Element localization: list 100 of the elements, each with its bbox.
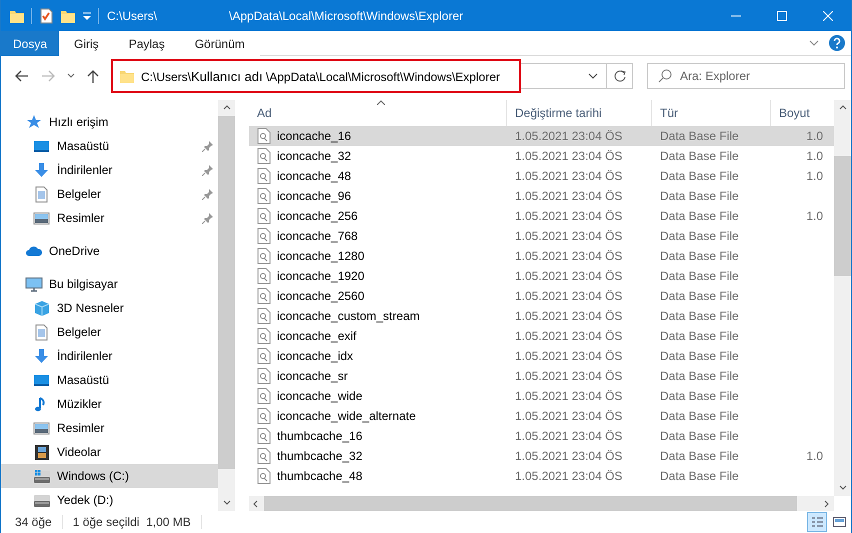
file-row[interactable]: iconcache_1280 1.05.2021 23:04 ÖS Data Base File	[249, 246, 834, 266]
file-name: iconcache_768	[277, 229, 358, 243]
table-cell-text: Data Base File	[659, 268, 740, 285]
sidebar-item[interactable]: Belgeler	[1, 182, 218, 206]
table-cell-text: 1.05.2021 23:04 ÖS	[514, 268, 624, 285]
sidebar-item[interactable]: Windows (C:)	[1, 464, 218, 488]
file-row[interactable]: iconcache_wide 1.05.2021 23:04 ÖS Data Base File	[249, 386, 834, 406]
sidebar-item[interactable]: Masaüstü	[1, 134, 218, 158]
sort-up-icon	[377, 100, 385, 105]
sidebar-item[interactable]: İndirilenler	[1, 158, 218, 182]
table-cell-text: Data Base File	[659, 148, 740, 165]
file-row[interactable]: iconcache_2560 1.05.2021 23:04 ÖS Data Base File	[249, 286, 834, 306]
sidebar-item[interactable]: Hızlı erişim	[1, 110, 218, 134]
address-field[interactable]: C:\Users\Kullanıcı adı \AppData\Local\Microsoft\Windows\Explorer	[111, 59, 521, 93]
up-arrow-icon[interactable]	[87, 69, 99, 83]
scroll-down-icon[interactable]	[222, 499, 230, 507]
table-cell-text: 1.05.2021 23:04 ÖS	[514, 208, 624, 225]
column-header[interactable]: Boyut	[771, 100, 823, 126]
scrollbar[interactable]	[249, 496, 834, 511]
picture-icon	[33, 420, 51, 436]
file-name: thumbcache_16	[277, 429, 362, 443]
scroll-up-icon[interactable]	[838, 104, 846, 112]
sidebar-item[interactable]: Bu bilgisayar	[1, 272, 218, 296]
database-file-icon	[257, 368, 271, 384]
file-name: iconcache_sr	[277, 369, 348, 383]
table-cell-text: Data Base File	[659, 468, 740, 485]
table-cell-text: 1.0	[805, 128, 823, 145]
file-row[interactable]: thumbcache_32 1.05.2021 23:04 ÖS Data Base File 1.0	[249, 446, 834, 466]
file-row[interactable]: iconcache_48 1.05.2021 23:04 ÖS Data Base File 1.0	[249, 166, 834, 186]
file-name: iconcache_2560	[277, 289, 364, 303]
file-name: iconcache_wide_alternate	[277, 409, 416, 423]
scroll-up-icon[interactable]	[222, 104, 230, 112]
sidebar-item[interactable]: Resimler	[1, 416, 218, 440]
file-row[interactable]: iconcache_custom_stream 1.05.2021 23:04 ÖS Data Base File	[249, 306, 834, 326]
back-icon[interactable]	[15, 70, 29, 82]
file-name: iconcache_1280	[277, 249, 364, 263]
scroll-down-icon[interactable]	[838, 484, 846, 492]
table-cell-text: Data Base File	[659, 128, 740, 145]
sidebar-item[interactable]: Belgeler	[1, 320, 218, 344]
scroll-left-icon[interactable]	[252, 500, 260, 508]
file-row[interactable]: thumbcache_16 1.05.2021 23:04 ÖS Data Base File	[249, 426, 834, 446]
database-file-icon	[257, 288, 271, 304]
database-file-icon	[257, 408, 271, 424]
cube-icon	[33, 300, 51, 316]
table-cell-text: 1.05.2021 23:04 ÖS	[514, 468, 624, 485]
database-file-icon	[257, 268, 271, 284]
table-cell-text: 1.05.2021 23:04 ÖS	[514, 388, 624, 405]
sidebar-item[interactable]: Masaüstü	[1, 368, 218, 392]
computer-icon	[25, 276, 43, 292]
sidebar-item[interactable]: 3D Nesneler	[1, 296, 218, 320]
table-cell-text: 1.05.2021 23:04 ÖS	[514, 228, 624, 245]
tiles-view-icon	[832, 516, 846, 528]
file-name: iconcache_48	[277, 169, 352, 183]
file-name: iconcache_256	[277, 209, 358, 223]
sidebar-item[interactable]: Yedek (D:)	[1, 488, 218, 511]
ribbon-tab[interactable]: Dosya	[1, 31, 60, 56]
database-file-icon	[257, 308, 271, 324]
search-field[interactable]: Ara: Explorer	[647, 63, 845, 89]
table-cell-text: Data Base File	[659, 448, 740, 465]
table-cell-text: 1.05.2021 23:04 ÖS	[514, 368, 624, 385]
table-cell-text: 1.05.2021 23:04 ÖS	[514, 448, 624, 465]
sidebar-item[interactable]: İndirilenler	[1, 344, 218, 368]
help-icon[interactable]	[829, 35, 845, 51]
checklist-icon[interactable]	[38, 8, 54, 24]
view-button[interactable]	[807, 512, 827, 532]
table-cell-text: 1.05.2021 23:04 ÖS	[514, 428, 624, 445]
file-name: iconcache_exif	[277, 329, 356, 343]
refresh-icon	[614, 70, 626, 82]
table-cell-text: 1.05.2021 23:04 ÖS	[514, 348, 624, 365]
file-row[interactable]: iconcache_exif 1.05.2021 23:04 ÖS Data Base File	[249, 326, 834, 346]
database-file-icon	[257, 248, 271, 264]
file-row[interactable]: iconcache_256 1.05.2021 23:04 ÖS Data Base File 1.0	[249, 206, 834, 226]
refresh-button[interactable]	[607, 63, 633, 89]
sidebar-item[interactable]: Müzikler	[1, 392, 218, 416]
sidebar-item[interactable]: OneDrive	[1, 239, 218, 263]
file-row[interactable]: iconcache_16 1.05.2021 23:04 ÖS Data Base File 1.0	[249, 126, 834, 146]
table-cell-text: Data Base File	[659, 228, 740, 245]
scrollbar[interactable]	[834, 100, 851, 496]
maximize-icon	[777, 10, 787, 20]
scrollbar[interactable]	[218, 100, 235, 511]
drive-icon	[33, 468, 51, 484]
file-row[interactable]: iconcache_idx 1.05.2021 23:04 ÖS Data Base File	[249, 346, 834, 366]
window-title: \AppData\Local\Microsoft\Windows\Explorer	[229, 8, 464, 22]
file-name: thumbcache_32	[277, 449, 362, 463]
database-file-icon	[257, 348, 271, 364]
chevron-down-icon[interactable]	[67, 73, 75, 79]
file-row[interactable]: iconcache_wide_alternate 1.05.2021 23:04 ÖS Data Base File	[249, 406, 834, 426]
file-row[interactable]: thumbcache_48 1.05.2021 23:04 ÖS Data Base File	[249, 466, 834, 486]
sidebar-item[interactable]: Resimler	[1, 206, 218, 230]
file-row[interactable]: iconcache_32 1.05.2021 23:04 ÖS Data Base File 1.0	[249, 146, 834, 166]
scroll-right-icon[interactable]	[823, 500, 831, 508]
close-icon	[823, 10, 833, 20]
file-row[interactable]: iconcache_sr 1.05.2021 23:04 ÖS Data Base File	[249, 366, 834, 386]
table-cell-text: 1.0	[805, 448, 823, 465]
file-row[interactable]: iconcache_1920 1.05.2021 23:04 ÖS Data Base File	[249, 266, 834, 286]
file-row[interactable]: iconcache_768 1.05.2021 23:04 ÖS Data Base File	[249, 226, 834, 246]
item-count: 34 öğe	[15, 515, 52, 529]
chevron-down-icon[interactable]	[809, 39, 819, 47]
sidebar-item[interactable]: Videolar	[1, 440, 218, 464]
file-row[interactable]: iconcache_96 1.05.2021 23:04 ÖS Data Base File	[249, 186, 834, 206]
